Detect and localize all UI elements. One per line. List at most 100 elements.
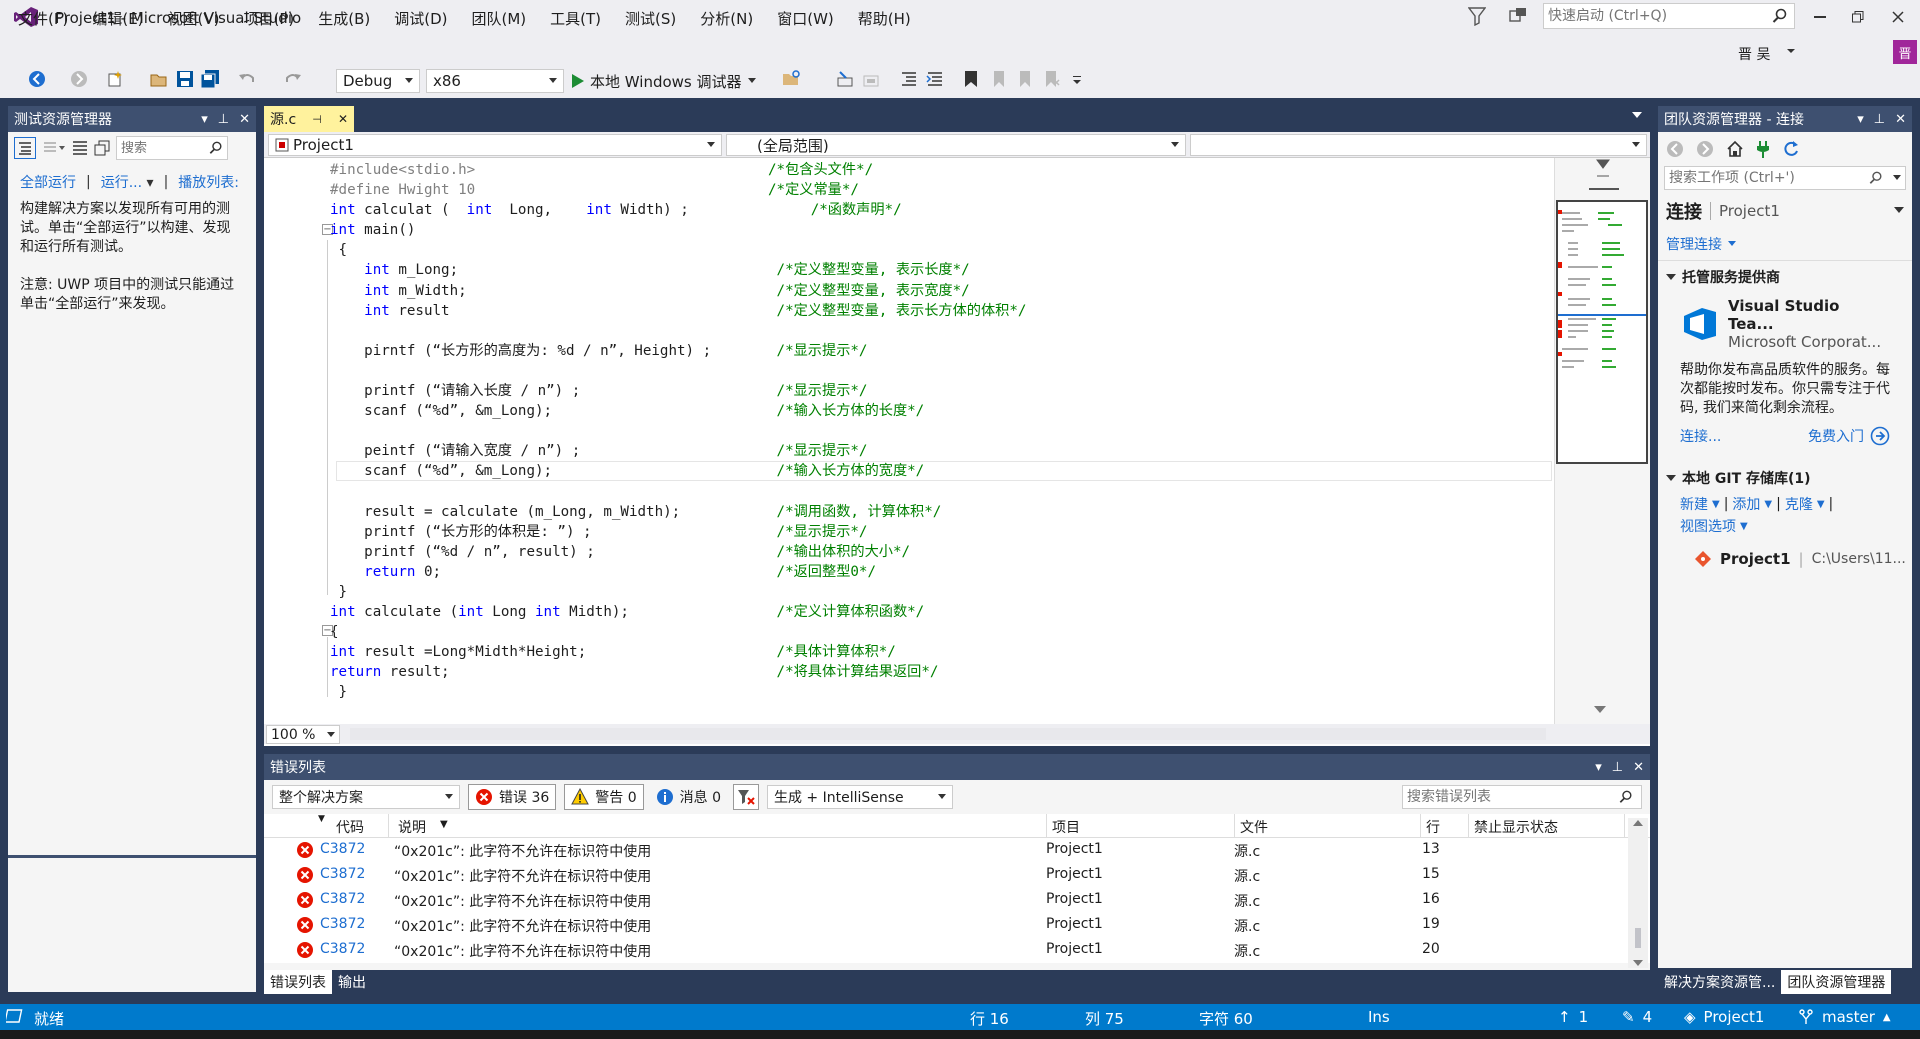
code-line[interactable] (330, 361, 1550, 381)
zoom-dropdown[interactable]: 100 % (266, 725, 340, 744)
code-line[interactable]: printf (“%d / n”, result) ; /*输出体积的大小*/ (330, 542, 1550, 562)
next-bookmark-icon[interactable] (1016, 70, 1034, 88)
open-file-icon[interactable] (150, 70, 168, 88)
redo-icon[interactable] (284, 70, 302, 88)
save-icon[interactable] (176, 70, 194, 88)
code-line[interactable] (330, 421, 1550, 441)
back-icon[interactable] (28, 70, 46, 88)
work-item-search-input[interactable] (1665, 167, 1865, 189)
pin-icon[interactable]: ⊥ (218, 112, 229, 127)
start-debugging-button[interactable]: 本地 Windows 调试器 (572, 69, 756, 93)
git-clone-link[interactable]: 克隆 (1785, 494, 1813, 514)
team-explorer-header[interactable]: 团队资源管理器 - 连接 ▾ ⊥ ✕ (1658, 106, 1912, 132)
notification-filter-icon[interactable] (1468, 6, 1486, 26)
undo-icon[interactable] (238, 70, 256, 88)
git-new-link[interactable]: 新建 (1680, 494, 1708, 514)
code-line[interactable] (330, 482, 1550, 502)
code-line[interactable]: return 0; /*返回整型0*/ (330, 562, 1550, 582)
code-line[interactable]: pirntf (“长方形的高度为: %d / n”, Height) ; /*显… (330, 341, 1550, 361)
clear-filter-button[interactable] (732, 784, 759, 810)
chevron-down-icon[interactable]: ▼ (1817, 499, 1825, 510)
menu-project[interactable]: 项目(P) (232, 6, 307, 31)
connect-icon[interactable] (1756, 140, 1770, 158)
code-line[interactable] (330, 321, 1550, 341)
error-search-input[interactable] (1403, 786, 1603, 808)
code-line[interactable]: #include<stdio.h> /*包含头文件*/ (330, 160, 1550, 180)
menu-tools[interactable]: 工具(T) (538, 6, 613, 31)
window-position-icon[interactable]: ▾ (1857, 112, 1864, 127)
project-dropdown[interactable]: Project1 (268, 134, 722, 156)
code-line[interactable]: int result =Long*Midth*Height; /*具体计算体积*… (330, 642, 1550, 662)
connect-link[interactable]: 连接... (1680, 426, 1721, 446)
minimize-button[interactable] (1800, 4, 1840, 30)
menu-build[interactable]: 生成(B) (306, 6, 382, 31)
close-icon[interactable]: ✕ (239, 112, 250, 127)
menu-test[interactable]: 测试(S) (613, 6, 688, 31)
close-icon[interactable]: ✕ (1633, 760, 1644, 775)
comment-lines-icon[interactable] (900, 70, 918, 88)
pin-icon[interactable]: ⊥ (1612, 760, 1623, 775)
feedback-icon[interactable] (1508, 6, 1528, 26)
free-start-link[interactable]: 免费入门 (1808, 426, 1890, 446)
run-link[interactable]: 运行... ▾ (101, 172, 154, 192)
error-row[interactable]: C3872 “0x201c”: 此字符不允许在标识符中使用 Project1 源.c 1… (264, 888, 1650, 913)
build-intellisense-dropdown[interactable]: 生成 + IntelliSense (766, 785, 953, 809)
code-line[interactable]: scanf (“%d”, &m_Long); /*输入长方体的长度*/ (330, 401, 1550, 421)
error-row[interactable]: C3872 “0x201c”: 此字符不允许在标识符中使用 Project1 源.c 1… (264, 863, 1650, 888)
close-icon[interactable]: ✕ (1895, 112, 1906, 127)
hosted-providers-header[interactable]: 托管服务提供商 (1658, 261, 1912, 293)
find-in-files-icon[interactable] (782, 70, 802, 88)
status-branch[interactable]: master ▲ (1798, 1008, 1891, 1026)
code-line[interactable]: int main() (330, 220, 1550, 240)
code-line[interactable]: int calculat ( int Long, int Width) ; /*… (330, 200, 1550, 220)
window-position-icon[interactable]: ▾ (1595, 760, 1602, 775)
tab-solution-explorer[interactable]: 解决方案资源管... (1658, 970, 1781, 994)
restore-button[interactable] (1838, 4, 1878, 30)
work-item-search-box[interactable] (1664, 166, 1906, 190)
minimap-viewport[interactable] (1556, 200, 1648, 464)
window-position-icon[interactable]: ▾ (201, 112, 208, 127)
code-line[interactable]: { (330, 240, 1550, 260)
column-project[interactable]: 项目 (1052, 817, 1080, 837)
horizontal-scrollbar[interactable] (350, 728, 1546, 740)
view-options-link[interactable]: 视图选项 (1680, 516, 1736, 536)
column-file[interactable]: 文件 (1240, 817, 1268, 837)
bookmark-icon[interactable] (964, 70, 978, 88)
refresh-icon[interactable] (1782, 140, 1800, 158)
pending-changes[interactable]: ✎ 4 (1622, 1008, 1652, 1026)
collapse-all-icon[interactable] (72, 140, 88, 156)
chevron-down-icon[interactable]: ▼ (1764, 499, 1772, 510)
code-line[interactable]: #define Hwight 10 /*定义常量*/ (330, 180, 1550, 200)
menu-analyze[interactable]: 分析(N) (688, 6, 765, 31)
member-dropdown[interactable] (1190, 134, 1647, 156)
code-line[interactable]: printf (“请输入长度 / n”) ; /*显示提示*/ (330, 381, 1550, 401)
test-search-box[interactable] (116, 136, 228, 160)
code-line[interactable]: { (330, 622, 1550, 642)
git-add-link[interactable]: 添加 (1732, 494, 1760, 514)
group-by-icon[interactable] (14, 137, 36, 159)
clear-bookmarks-icon[interactable] (1042, 70, 1060, 88)
menu-window[interactable]: 窗口(W) (765, 6, 846, 31)
local-git-header[interactable]: 本地 GIT 存储库(1) (1658, 462, 1912, 494)
code-line[interactable]: } (330, 582, 1550, 602)
unpushed-commits[interactable]: ↑ 1 (1558, 1008, 1588, 1026)
column-code[interactable]: 代码 (336, 817, 364, 837)
home-icon[interactable] (1726, 140, 1744, 158)
scroll-down-icon[interactable] (1594, 706, 1606, 714)
quick-launch-input[interactable] (1544, 4, 1759, 28)
manage-connections-link[interactable]: 管理连接 (1666, 234, 1722, 254)
chevron-down-icon[interactable] (1786, 47, 1796, 55)
menu-team[interactable]: 团队(M) (460, 6, 539, 31)
tab-error-list[interactable]: 错误列表 (264, 970, 332, 994)
menu-debug[interactable]: 调试(D) (382, 6, 459, 31)
chevron-down-icon[interactable]: ▼ (1712, 499, 1720, 510)
chevron-down-icon[interactable] (1728, 241, 1736, 247)
error-row[interactable]: C3872 “0x201c”: 此字符不允许在标识符中使用 Project1 源.c 1… (264, 838, 1650, 863)
menu-file[interactable]: 文件(F) (6, 6, 80, 31)
error-code-link[interactable]: C3872 (320, 841, 365, 857)
error-row[interactable]: C3872 “0x201c”: 此字符不允许在标识符中使用 Project1 源.c 1… (264, 913, 1650, 938)
pin-icon[interactable]: ⊣ (312, 113, 322, 126)
toolbar-options-icon[interactable] (1072, 76, 1082, 86)
playlist-icon[interactable] (42, 140, 66, 156)
pin-icon[interactable]: ⊥ (1874, 112, 1885, 127)
